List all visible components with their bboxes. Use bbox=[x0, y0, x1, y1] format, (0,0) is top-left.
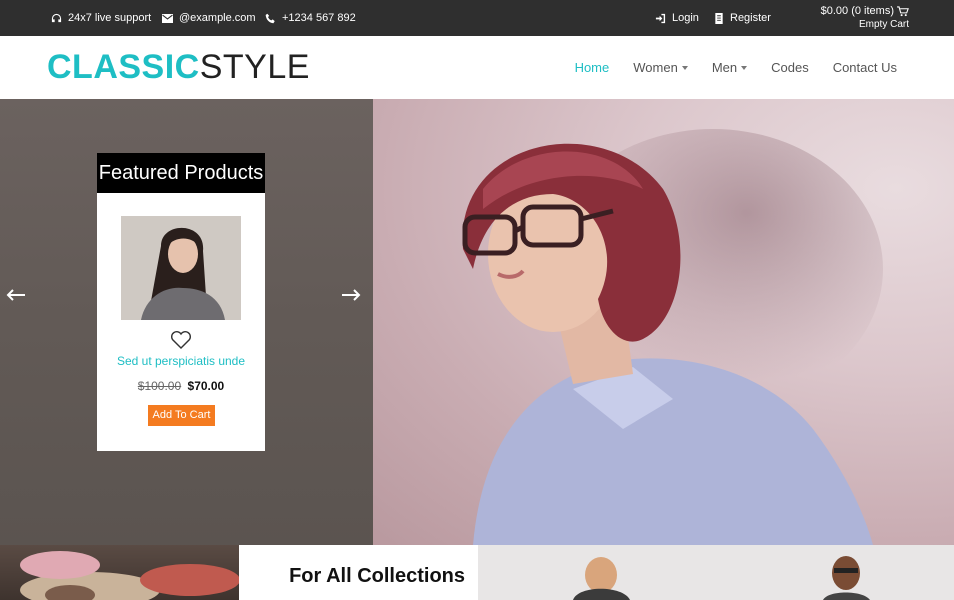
old-price: $100.00 bbox=[137, 379, 182, 393]
collections-banner: For All Collections bbox=[239, 545, 478, 600]
product-price: $100.00 $70.00 bbox=[97, 379, 265, 393]
collections-row: For All Collections bbox=[0, 545, 954, 600]
arrow-left-icon[interactable] bbox=[5, 287, 27, 303]
site-header: CLASSICSTYLE Home Women Men Codes Contac… bbox=[0, 36, 954, 99]
site-logo[interactable]: CLASSICSTYLE bbox=[47, 49, 310, 85]
new-price: $70.00 bbox=[187, 379, 225, 393]
nav-contact-label[interactable]: Contact Us bbox=[833, 60, 897, 75]
nav-contact[interactable]: Contact Us bbox=[833, 60, 897, 75]
login-icon bbox=[655, 13, 666, 24]
cart-total[interactable]: $0.00 (0 items) bbox=[821, 4, 894, 18]
chevron-down-icon bbox=[681, 66, 688, 70]
hero-image bbox=[373, 99, 954, 545]
email-info[interactable]: @example.com bbox=[162, 0, 256, 36]
nav-women-label[interactable]: Women bbox=[633, 60, 678, 75]
nav-men-label[interactable]: Men bbox=[712, 60, 737, 75]
support-info: 24x7 live support bbox=[51, 0, 151, 36]
featured-products-card: Featured Products Sed ut perspiciatis un… bbox=[97, 153, 265, 451]
logo-part-classic: CLASSIC bbox=[47, 48, 200, 86]
collections-title: For All Collections bbox=[289, 565, 465, 587]
phone-icon bbox=[265, 13, 276, 24]
nav-home-label[interactable]: Home bbox=[575, 60, 610, 75]
cart-summary[interactable]: $0.00 (0 items) Empty Cart bbox=[821, 4, 909, 32]
nav-codes[interactable]: Codes bbox=[771, 60, 809, 75]
add-to-cart-button[interactable]: Add To Cart bbox=[148, 405, 215, 426]
envelope-icon bbox=[162, 13, 173, 23]
phone-info: +1234 567 892 bbox=[265, 0, 356, 36]
support-text: 24x7 live support bbox=[68, 12, 152, 24]
chevron-down-icon bbox=[741, 66, 748, 70]
nav-codes-label[interactable]: Codes bbox=[771, 60, 809, 75]
phone-text: +1234 567 892 bbox=[282, 12, 356, 24]
arrow-right-icon[interactable] bbox=[340, 287, 362, 303]
nav-men[interactable]: Men bbox=[712, 60, 748, 75]
register-icon bbox=[714, 12, 724, 24]
product-image[interactable] bbox=[121, 216, 241, 320]
headphones-icon bbox=[51, 13, 62, 24]
heart-icon[interactable] bbox=[170, 330, 192, 355]
logo-part-style: STYLE bbox=[199, 48, 310, 86]
login-link[interactable]: Login bbox=[655, 0, 699, 36]
register-link[interactable]: Register bbox=[714, 0, 771, 36]
top-bar: 24x7 live support @example.com +1234 567… bbox=[0, 0, 954, 36]
register-label[interactable]: Register bbox=[730, 12, 771, 24]
collection-models-image[interactable] bbox=[478, 545, 954, 600]
login-label[interactable]: Login bbox=[672, 12, 699, 24]
collection-hats-image[interactable] bbox=[0, 545, 239, 600]
cart-status: Empty Cart bbox=[858, 19, 909, 30]
nav-home[interactable]: Home bbox=[575, 60, 610, 75]
featured-title: Featured Products bbox=[97, 153, 265, 193]
cart-icon[interactable] bbox=[897, 5, 909, 17]
main-nav: Home Women Men Codes Contact Us bbox=[575, 60, 897, 75]
product-name[interactable]: Sed ut perspiciatis unde bbox=[97, 354, 265, 368]
hero-slider: Featured Products Sed ut perspiciatis un… bbox=[0, 99, 954, 545]
email-text[interactable]: @example.com bbox=[179, 12, 256, 24]
nav-women[interactable]: Women bbox=[633, 60, 688, 75]
hero-left-panel: Featured Products Sed ut perspiciatis un… bbox=[0, 99, 373, 545]
